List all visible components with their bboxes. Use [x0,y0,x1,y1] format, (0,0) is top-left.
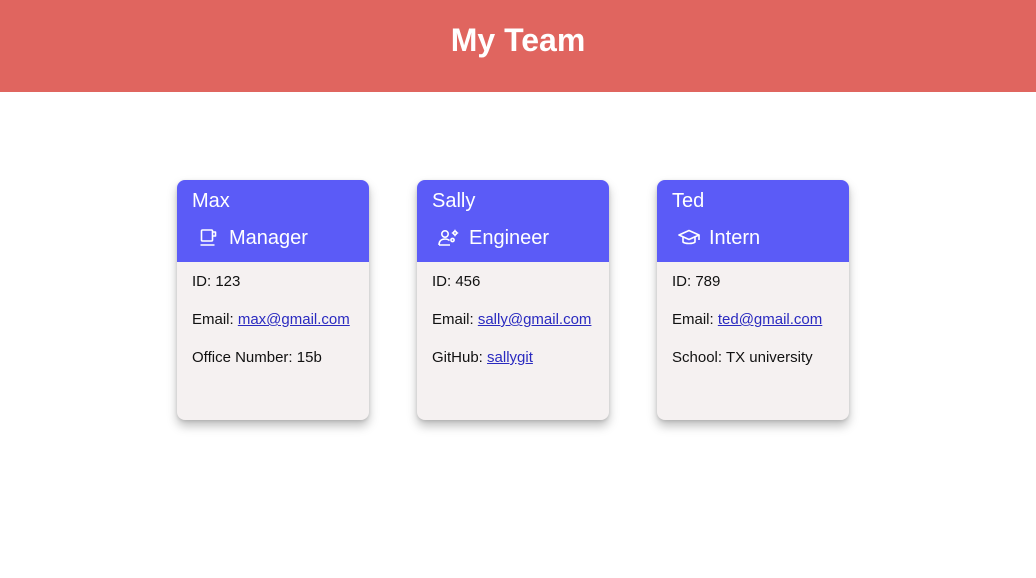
card-header: Sally Engineer [417,180,609,262]
school-label: School: [672,349,726,366]
email-link[interactable]: sally@gmail.com [478,311,592,328]
github-label: GitHub: [432,349,488,366]
github: GitHub: sallygit [432,348,594,386]
email-label: Email: [192,311,238,328]
card-header: Max Manager [177,180,369,262]
card-body: ID: 456 Email: sally@gmail.com GitHub: s… [417,262,609,396]
employee-role: Engineer [432,227,594,249]
employee-role: Intern [672,227,834,249]
office-number-value: 15b [296,349,322,366]
id-label: ID: [192,273,216,290]
id-value: 456 [455,273,481,290]
school-value: TX university [725,349,813,366]
id-value: 789 [695,273,721,290]
office-number: Office Number: 15b [192,348,354,386]
github-link[interactable]: sallygit [487,349,533,366]
employee-id: ID: 456 [432,272,594,310]
id-value: 123 [215,273,241,290]
card-body: ID: 789 Email: ted@gmail.com School: TX … [657,262,849,396]
employee-id: ID: 123 [192,272,354,310]
id-label: ID: [672,273,696,290]
office-number-label: Office Number: [192,349,297,366]
employee-card-manager: Max Manager ID: 123 Email: max@gmail.com… [177,180,369,420]
employee-card-intern: Ted Intern ID: 789 Email: ted@gmail.com … [657,180,849,420]
employee-name: Sally [432,190,476,212]
employee-role-label: Manager [229,227,308,249]
email-link[interactable]: max@gmail.com [238,311,350,328]
employee-email: Email: ted@gmail.com [672,310,834,348]
employee-role-label: Intern [709,227,761,249]
page-title: My Team [450,21,586,58]
employee-email: Email: sally@gmail.com [432,310,594,348]
employee-role: Manager [192,227,354,249]
employee-name: Ted [672,190,705,212]
email-label: Email: [672,311,718,328]
card-header: Ted Intern [657,180,849,262]
employee-role-label: Engineer [469,227,550,249]
employee-email: Email: max@gmail.com [192,310,354,348]
page-header: My Team [0,0,1036,92]
employee-id: ID: 789 [672,272,834,310]
card-body: ID: 123 Email: max@gmail.com Office Numb… [177,262,369,396]
graduation-cap-icon [678,227,700,249]
coffee-cup-icon [198,227,220,249]
team-cards: Max Manager ID: 123 Email: max@gmail.com… [177,180,849,420]
email-link[interactable]: ted@gmail.com [718,311,822,328]
employee-name: Max [192,190,230,212]
email-label: Email: [432,311,478,328]
school: School: TX university [672,348,834,386]
employee-card-engineer: Sally Engineer ID: 456 Email: sally@gmai… [417,180,609,420]
user-gear-icon [438,227,460,249]
id-label: ID: [432,273,456,290]
